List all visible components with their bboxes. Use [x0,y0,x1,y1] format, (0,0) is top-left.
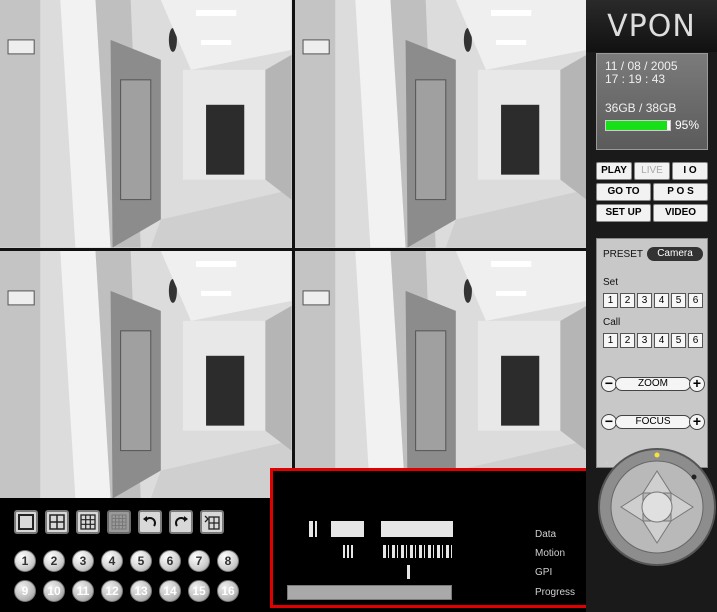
storage-meter: 95% [605,119,699,132]
play-button[interactable]: PLAY [596,162,632,180]
channel-button[interactable]: 15 [188,580,210,602]
motion-indicator-bar [383,545,455,558]
channel-button[interactable]: 4 [101,550,123,572]
channel-button[interactable]: 2 [43,550,65,572]
live-button[interactable]: LIVE [634,162,670,180]
mode-buttons: PLAY LIVE I O GO TO P O S SET UP VIDEO [596,162,708,222]
layout-2x2-button[interactable] [45,510,69,534]
motion-label: Motion [535,548,566,559]
ptz-joystick[interactable] [597,445,717,575]
channel-button[interactable]: 1 [14,550,36,572]
set-preset-row: 1 2 3 4 5 6 [603,293,703,308]
data-label: Data [535,529,557,540]
goto-button[interactable]: GO TO [596,183,651,201]
sequence-button[interactable] [200,510,224,534]
focus-control: − FOCUS + [601,413,705,431]
setup-button[interactable]: SET UP [596,204,651,222]
set-preset-button[interactable]: 6 [688,293,703,308]
time-display: 17 : 19 : 43 [605,72,666,86]
dvr-viewer: 1 2 3 4 5 6 7 8 9 10 11 12 13 14 15 16 D… [0,0,717,612]
progress-bar [287,585,452,600]
call-preset-button[interactable]: 5 [671,333,686,348]
rotate-right-button[interactable] [169,510,193,534]
ptz-control-panel: PRESET Camera Set 1 2 3 4 5 6 Call 1 2 3… [596,238,708,468]
channel-button[interactable]: 3 [72,550,94,572]
storage-percent: 95% [674,118,699,132]
storage-meter-fill [606,121,667,130]
camera-view-1[interactable] [0,0,292,248]
single-view-icon [18,514,34,530]
channel-button[interactable]: 5 [130,550,152,572]
channel-button[interactable]: 16 [217,580,239,602]
focus-far-button[interactable]: + [689,414,705,430]
camera-view-4[interactable] [294,250,586,498]
zoom-label: ZOOM [615,377,691,391]
channel-button[interactable]: 8 [217,550,239,572]
io-button[interactable]: I O [672,162,708,180]
call-preset-button[interactable]: 4 [654,333,669,348]
status-dot-icon [654,452,660,458]
gpi-label: GPI [535,567,553,578]
call-preset-button[interactable]: 1 [603,333,618,348]
layout-toolbar [14,510,224,534]
rotate-left-icon [143,516,156,527]
layout-3x3-button[interactable] [76,510,100,534]
zoom-control: − ZOOM + [601,375,705,393]
channel-button[interactable]: 14 [159,580,181,602]
channel-button[interactable]: 6 [159,550,181,572]
motion-indicator-bar [343,545,355,558]
storage-meter-track [605,120,671,131]
storage-display: 36GB / 38GB [605,101,677,115]
layout-1x1-button[interactable] [14,510,38,534]
brand-logo: VPON [586,0,717,52]
channel-button[interactable]: 12 [101,580,123,602]
nine-view-icon [80,514,96,530]
set-preset-button[interactable]: 3 [637,293,652,308]
joystick-knob[interactable] [641,491,673,523]
camera-view-3[interactable] [0,250,292,498]
call-label: Call [603,317,621,328]
quad-view-icon [49,514,65,530]
call-preset-button[interactable]: 3 [637,333,652,348]
progress-label: Progress [535,587,576,598]
set-preset-button[interactable]: 1 [603,293,618,308]
call-preset-button[interactable]: 6 [688,333,703,348]
camera-view-2[interactable] [294,0,586,248]
data-indicator-bar [381,521,453,537]
channel-row-2: 9 10 11 12 13 14 15 16 [14,580,239,602]
sequence-icon [204,515,220,530]
data-indicator-bar [315,521,317,537]
zoom-in-button[interactable]: + [689,376,705,392]
gpi-indicator-bar [407,565,410,579]
camera-select-button[interactable]: Camera [647,247,703,261]
data-indicator-bar [331,521,364,537]
call-preset-button[interactable]: 2 [620,333,635,348]
system-info: 11 / 08 / 2005 17 : 19 : 43 36GB / 38GB … [596,53,708,150]
layout-4x4-button[interactable] [107,510,131,534]
camera-grid [0,0,586,498]
channel-button[interactable]: 7 [188,550,210,572]
set-preset-button[interactable]: 5 [671,293,686,308]
pos-button[interactable]: P O S [653,183,708,201]
status-dot-icon [605,461,609,465]
set-preset-button[interactable]: 2 [620,293,635,308]
set-label: Set [603,277,619,288]
preset-label: PRESET [603,249,644,260]
focus-label: FOCUS [615,415,691,429]
set-preset-button[interactable]: 4 [654,293,669,308]
channel-button[interactable]: 11 [72,580,94,602]
data-indicator-bar [309,521,313,537]
rotate-left-button[interactable] [138,510,162,534]
call-preset-row: 1 2 3 4 5 6 [603,333,703,348]
channel-row-1: 1 2 3 4 5 6 7 8 [14,550,239,572]
video-button[interactable]: VIDEO [653,204,708,222]
channel-button[interactable]: 9 [14,580,36,602]
status-dot-icon [691,474,697,480]
channel-button[interactable]: 10 [43,580,65,602]
sixteen-view-icon [111,514,127,530]
rotate-right-icon [175,516,188,527]
channel-button[interactable]: 13 [130,580,152,602]
